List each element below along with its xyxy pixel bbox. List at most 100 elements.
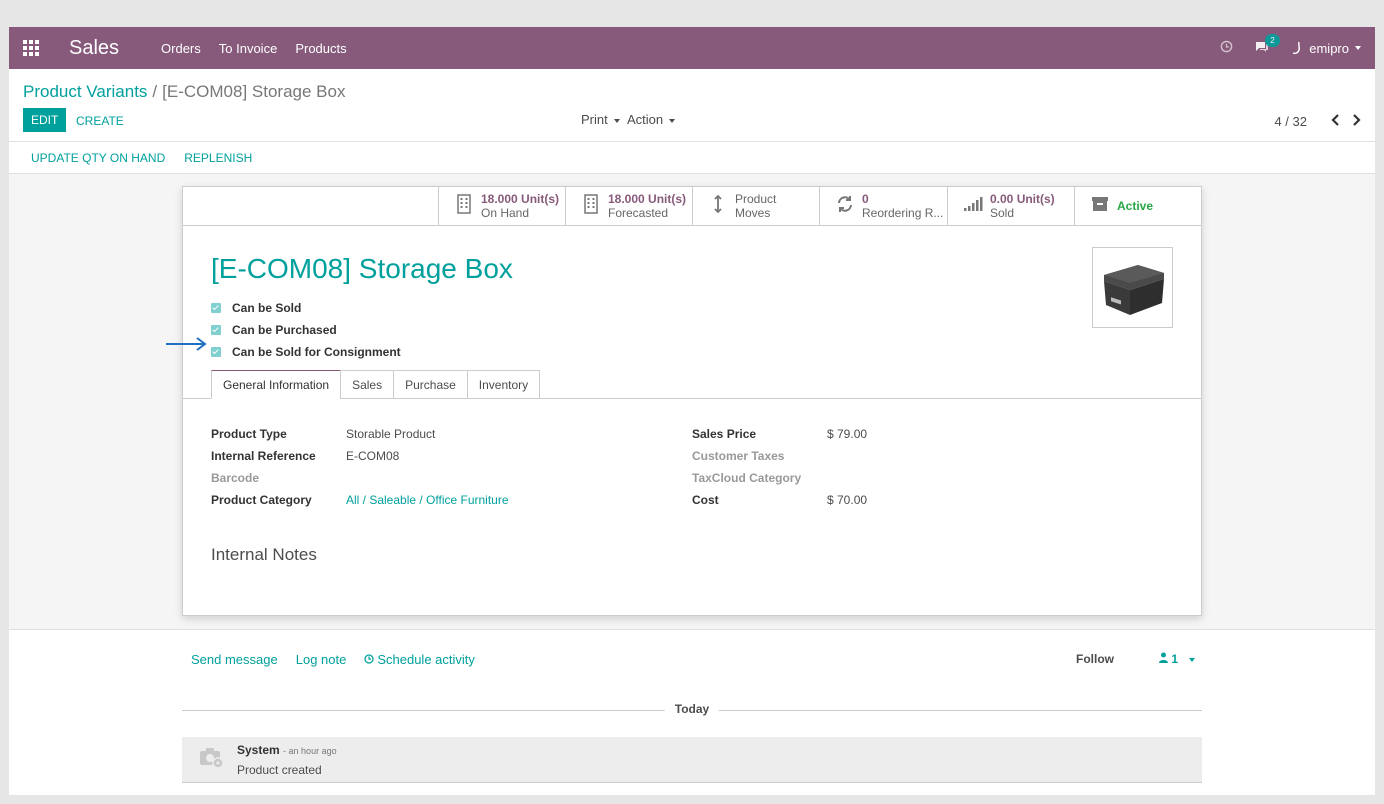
field-label: Barcode xyxy=(211,471,260,485)
apps-menu-icon[interactable] xyxy=(9,27,53,69)
tab-inventory[interactable]: Inventory xyxy=(466,370,541,399)
user-menu[interactable]: emipro xyxy=(1291,40,1361,56)
send-message-button[interactable]: Send message xyxy=(191,652,278,667)
product-category-link[interactable]: All / Saleable / Office Furniture xyxy=(346,493,509,507)
chevron-down-icon xyxy=(669,118,676,123)
menu-to-invoice[interactable]: To Invoice xyxy=(219,41,278,56)
field-product-category: Product Category All / Saleable / Office … xyxy=(211,489,509,511)
product-moves-button[interactable]: Product Moves xyxy=(692,187,820,225)
field-label: Cost xyxy=(692,493,719,507)
product-image[interactable] xyxy=(1092,247,1173,328)
field-sales-price: Sales Price $ 79.00 xyxy=(692,423,867,445)
fields-right-group: Sales Price $ 79.00 Customer Taxes TaxClo… xyxy=(692,423,867,511)
breadcrumb-parent[interactable]: Product Variants xyxy=(23,82,147,101)
followers-count: 1 xyxy=(1171,652,1179,666)
field-internal-reference: Internal Reference E-COM08 xyxy=(211,445,509,467)
action-dropdown[interactable]: Action xyxy=(627,112,676,127)
user-name: emipro xyxy=(1309,40,1349,56)
checkbox-icon[interactable] xyxy=(211,347,221,357)
pager: 4 / 32 xyxy=(1274,113,1361,130)
chatter: Send message Log note Schedule activity … xyxy=(9,630,1375,795)
annotation-arrow-icon xyxy=(166,337,207,351)
menu-products[interactable]: Products xyxy=(295,41,346,56)
chatter-topbar: Send message Log note Schedule activity xyxy=(191,652,493,667)
log-note-button[interactable]: Log note xyxy=(296,652,347,667)
create-button[interactable]: CREATE xyxy=(76,108,124,134)
active-value: Active xyxy=(1117,199,1154,213)
notebook-tabs: General Information Sales Purchase Inven… xyxy=(211,370,541,399)
message-date: - an hour ago xyxy=(283,746,337,756)
pager-previous-icon[interactable] xyxy=(1331,113,1340,130)
field-value[interactable]: $ 79.00 xyxy=(827,427,867,441)
can-be-sold-label: Can be Sold xyxy=(232,301,302,315)
product-title[interactable]: [E-COM08] Storage Box xyxy=(211,253,513,285)
clock-icon xyxy=(364,654,374,664)
forecasted-label: Forecasted xyxy=(608,206,669,220)
app-brand[interactable]: Sales xyxy=(69,37,119,60)
replenish-button[interactable]: REPLENISH xyxy=(184,151,252,165)
field-label: Product Category xyxy=(211,493,312,507)
print-dropdown[interactable]: Print xyxy=(581,112,620,127)
tab-general-information[interactable]: General Information xyxy=(211,370,342,399)
archive-icon xyxy=(1089,196,1111,217)
exchange-icon xyxy=(707,194,729,219)
can-be-sold-consignment-label: Can be Sold for Consignment xyxy=(232,345,401,359)
update-qty-button[interactable]: UPDATE QTY ON HAND xyxy=(31,151,165,165)
can-be-sold-checkbox[interactable]: Can be Sold xyxy=(211,297,401,319)
field-value[interactable]: Storable Product xyxy=(346,427,435,441)
schedule-activity-button[interactable]: Schedule activity xyxy=(364,652,475,667)
field-label: Sales Price xyxy=(692,427,757,441)
pager-next-icon[interactable] xyxy=(1352,113,1361,130)
forecasted-button[interactable]: 18.000 Unit(s) Forecasted xyxy=(565,187,693,225)
field-label: Internal Reference xyxy=(211,449,316,463)
today-label: Today xyxy=(664,702,720,716)
field-product-type: Product Type Storable Product xyxy=(211,423,509,445)
reordering-rules-button[interactable]: 0 Reordering R... xyxy=(819,187,947,225)
product-checkboxes: Can be Sold Can be Purchased Can be Sold… xyxy=(211,297,401,363)
messages-icon[interactable]: 2 xyxy=(1255,33,1280,56)
sold-button[interactable]: 0.00 Unit(s) Sold xyxy=(947,187,1075,225)
field-value[interactable]: $ 70.00 xyxy=(827,493,867,507)
user-avatar-icon xyxy=(1292,41,1301,55)
sold-label: Sold xyxy=(990,206,1015,220)
on-hand-button[interactable]: 18.000 Unit(s) On Hand xyxy=(438,187,566,225)
field-cost: Cost $ 70.00 xyxy=(692,489,867,511)
forecasted-value: 18.000 Unit(s) xyxy=(608,192,687,206)
followers-dropdown[interactable]: 1 xyxy=(1159,652,1196,666)
menu-orders[interactable]: Orders xyxy=(161,41,201,56)
activity-clock-icon[interactable] xyxy=(1220,40,1233,56)
can-be-purchased-label: Can be Purchased xyxy=(232,323,337,337)
field-value[interactable]: E-COM08 xyxy=(346,449,399,463)
follow-button[interactable]: Follow xyxy=(1076,652,1114,666)
signal-icon xyxy=(962,196,984,217)
product-moves-value: Product xyxy=(735,192,777,206)
field-label: Customer Taxes xyxy=(692,449,785,463)
on-hand-value: 18.000 Unit(s) xyxy=(481,192,560,206)
chevron-down-icon xyxy=(613,118,620,123)
field-label: TaxCloud Category xyxy=(692,471,802,485)
internal-notes-heading: Internal Notes xyxy=(211,545,317,564)
active-toggle-button[interactable]: Active xyxy=(1074,187,1202,225)
top-navbar: Sales Orders To Invoice Products 2 emipr… xyxy=(9,27,1375,69)
refresh-icon xyxy=(834,195,856,218)
breadcrumb-current: [E-COM08] Storage Box xyxy=(162,82,346,101)
reordering-value: 0 xyxy=(862,192,869,206)
fields-left-group: Product Type Storable Product Internal Re… xyxy=(211,423,509,511)
user-icon xyxy=(1159,652,1168,663)
print-label: Print xyxy=(581,112,608,127)
tab-purchase[interactable]: Purchase xyxy=(393,370,468,399)
system-avatar-icon xyxy=(196,743,226,773)
chevron-down-icon xyxy=(1189,657,1196,662)
breadcrumb: Product Variants / [E-COM08] Storage Box xyxy=(23,82,345,102)
pager-value[interactable]: 4 / 32 xyxy=(1274,114,1307,129)
can-be-sold-consignment-checkbox[interactable]: Can be Sold for Consignment xyxy=(211,341,401,363)
checkbox-icon[interactable] xyxy=(211,303,221,313)
checkbox-icon[interactable] xyxy=(211,325,221,335)
can-be-purchased-checkbox[interactable]: Can be Purchased xyxy=(211,319,401,341)
tab-sales[interactable]: Sales xyxy=(340,370,395,399)
date-separator: Today xyxy=(182,702,1202,718)
message-author: System - an hour ago xyxy=(237,743,337,757)
building-icon xyxy=(580,193,602,219)
field-taxcloud-category: TaxCloud Category xyxy=(692,467,867,489)
edit-button[interactable]: EDIT xyxy=(23,108,67,132)
